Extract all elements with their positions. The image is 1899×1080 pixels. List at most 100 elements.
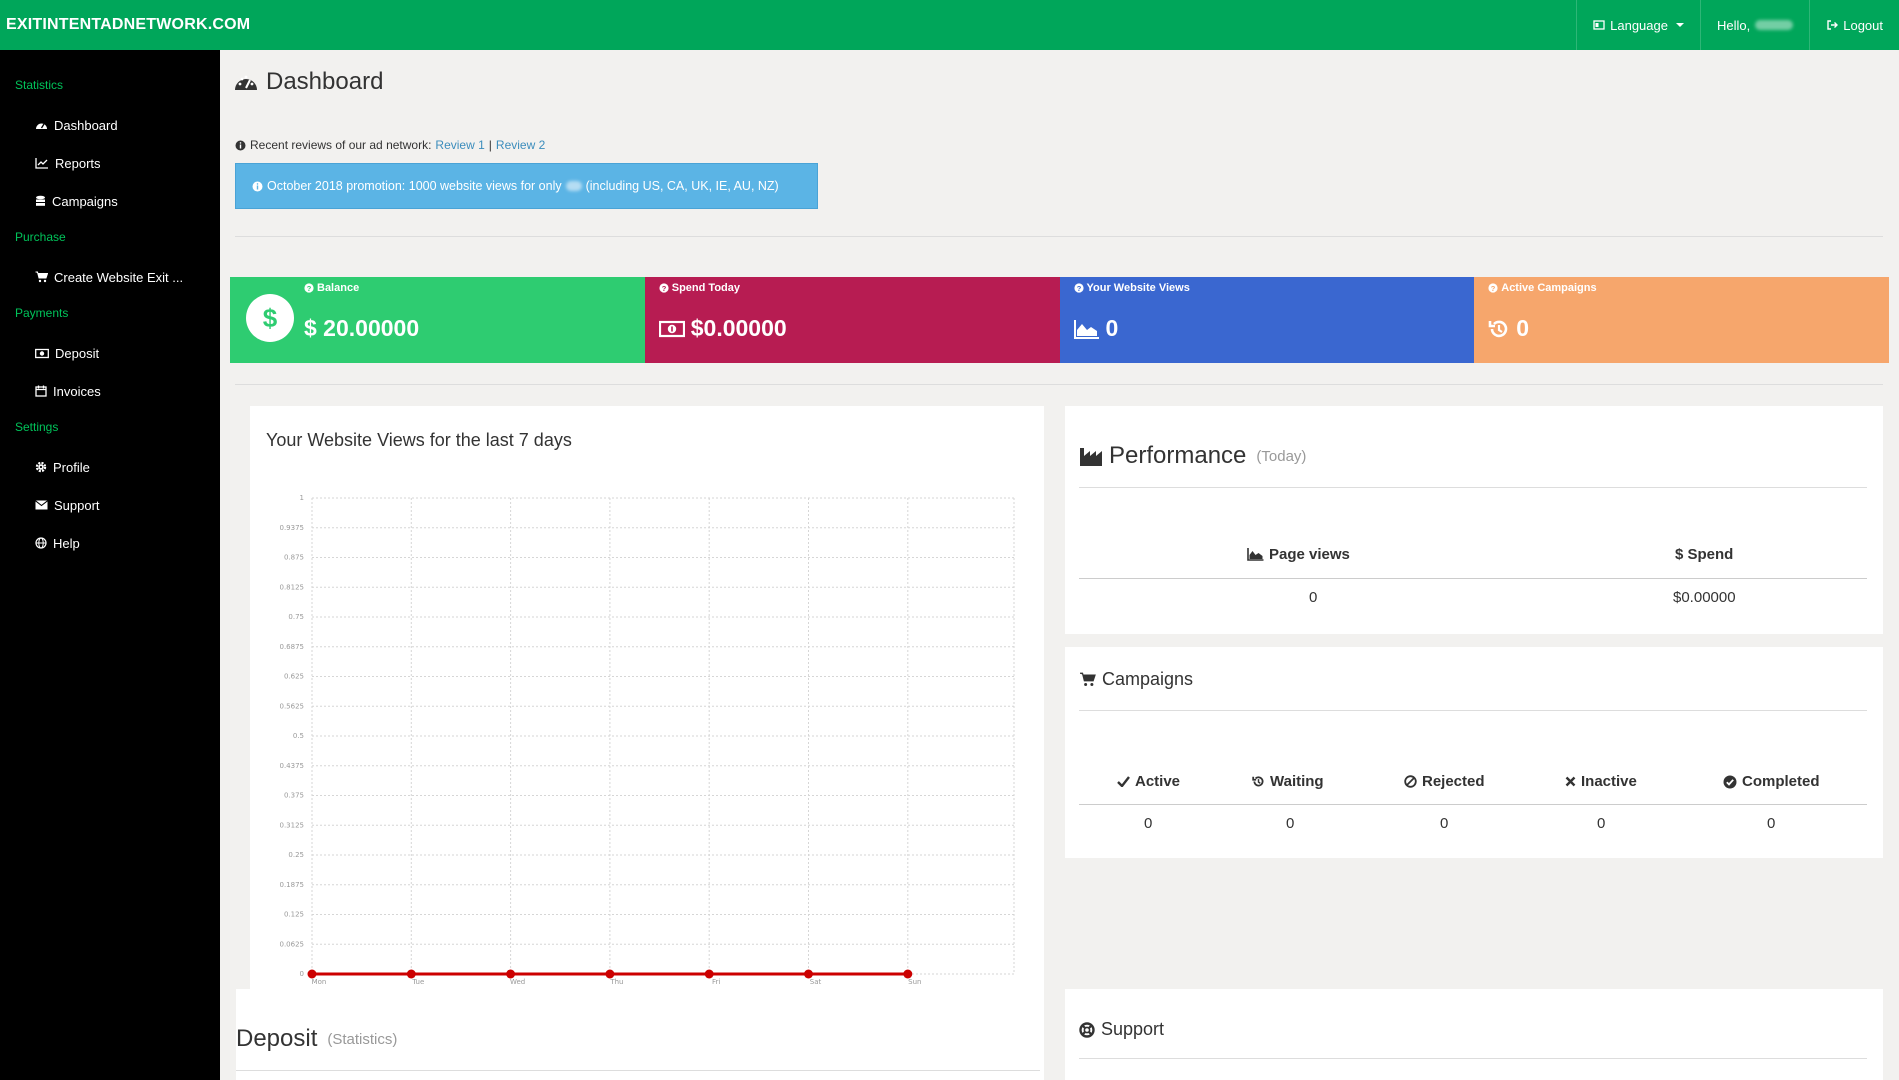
stat-label: ? Balance xyxy=(304,282,359,294)
review-2-link[interactable]: Review 2 xyxy=(496,138,545,152)
sidebar-item-support[interactable]: Support xyxy=(0,486,220,524)
stat-label-text: Balance xyxy=(317,282,360,294)
logout-icon xyxy=(1827,20,1839,30)
stat-label-text: Your Website Views xyxy=(1086,282,1190,294)
line-chart-icon xyxy=(35,158,48,169)
stat-boxes: $ ? Balance $ 20.00000 ? Spend Today $0.… xyxy=(230,277,1889,363)
x-tick-label: Thu xyxy=(609,978,623,986)
sidebar-item-label: Dashboard xyxy=(54,117,118,133)
spend-value: $0.00000 xyxy=(1673,589,1736,606)
col-inactive-label: Inactive xyxy=(1581,773,1637,790)
stat-balance: $ ? Balance $ 20.00000 xyxy=(230,277,645,363)
sidebar: Statistics Dashboard Reports Campaigns P… xyxy=(0,50,220,1080)
globe-icon xyxy=(35,537,47,549)
logout-button[interactable]: Logout xyxy=(1809,0,1899,50)
promo-text-countries: (including US, CA, UK, IE, AU, NZ) xyxy=(585,179,779,193)
x-tick-label: Wed xyxy=(510,978,525,986)
review-separator: | xyxy=(488,138,492,152)
col-inactive: Inactive xyxy=(1565,773,1637,790)
sidebar-item-label: Create Website Exit ... xyxy=(54,269,184,285)
y-tick-label: 0.1875 xyxy=(280,881,305,889)
data-point xyxy=(506,969,516,979)
envelope-icon xyxy=(35,500,48,510)
views-chart-panel: Your Website Views for the last 7 days 1… xyxy=(250,406,1044,1024)
divider xyxy=(1079,804,1867,805)
language-dropdown[interactable]: Language xyxy=(1576,0,1700,50)
divider xyxy=(235,384,1883,385)
sidebar-heading: Payments xyxy=(15,306,69,320)
svg-text:?: ? xyxy=(307,284,312,293)
sidebar-item-campaigns[interactable]: Campaigns xyxy=(0,182,220,220)
price-redacted xyxy=(565,181,582,191)
hello-label: Hello, xyxy=(1716,17,1751,33)
data-point xyxy=(804,969,813,979)
data-point xyxy=(704,969,714,979)
sidebar-heading: Purchase xyxy=(15,230,66,244)
review-1-link[interactable]: Review 1 xyxy=(435,138,484,152)
campaigns-title: Campaigns xyxy=(1079,669,1193,690)
user-menu[interactable]: Hello, xyxy=(1699,0,1809,50)
ban-icon xyxy=(1404,775,1417,788)
sidebar-item-dashboard[interactable]: Dashboard xyxy=(0,106,220,144)
sidebar-item-label: Reports xyxy=(55,155,101,171)
stat-value: $0.00000 xyxy=(658,315,787,342)
divider xyxy=(1079,578,1867,579)
divider xyxy=(1079,1058,1867,1059)
page-title-text: Dashboard xyxy=(266,68,384,95)
dashboard-icon xyxy=(235,75,257,90)
sidebar-section-statistics: Statistics Dashboard Reports Campaigns xyxy=(0,50,220,220)
deposit-subtitle: (Statistics) xyxy=(327,1030,398,1048)
y-tick-label: 0.75 xyxy=(288,613,304,621)
performance-subtitle: (Today) xyxy=(1256,447,1307,465)
data-point xyxy=(307,969,317,979)
rejected-count: 0 xyxy=(1440,815,1449,832)
sidebar-item-deposit[interactable]: Deposit xyxy=(0,334,220,372)
cart-icon xyxy=(35,271,48,283)
dashboard-icon xyxy=(36,123,47,129)
sidebar-item-create-website-exit[interactable]: Create Website Exit ... xyxy=(0,258,220,296)
sidebar-item-label: Invoices xyxy=(53,383,101,399)
cart-icon xyxy=(1080,672,1096,686)
reviews-notice: Recent reviews of our ad network: Review… xyxy=(235,138,545,152)
brand-logo[interactable]: EXITINTENTADNETWORK.COM xyxy=(0,16,250,34)
sidebar-item-reports[interactable]: Reports xyxy=(0,144,220,182)
sidebar-heading: Statistics xyxy=(15,78,64,92)
check-icon xyxy=(1117,776,1130,787)
calendar-icon xyxy=(35,385,47,397)
stat-active-campaigns: ? Active Campaigns 0 xyxy=(1474,277,1889,363)
y-tick-label: 0.125 xyxy=(284,911,304,919)
col-active-label: Active xyxy=(1135,773,1181,790)
stat-value-text: 0 xyxy=(1516,315,1530,341)
support-title: Support xyxy=(1079,1019,1164,1040)
page-views-value: 0 xyxy=(1309,589,1318,606)
promo-banner[interactable]: October 2018 promotion: 1000 website vie… xyxy=(235,163,818,209)
gear-icon xyxy=(35,461,47,473)
question-icon: ? xyxy=(659,283,669,293)
divider xyxy=(1079,487,1867,488)
y-tick-label: 0.375 xyxy=(284,792,304,800)
sidebar-item-label: Deposit xyxy=(55,345,100,361)
x-tick-label: Sun xyxy=(908,978,921,986)
x-tick-label: Tue xyxy=(411,978,424,986)
reviews-text: Recent reviews of our ad network: xyxy=(250,138,432,152)
sidebar-item-invoices[interactable]: Invoices xyxy=(0,372,220,410)
sidebar-item-label: Profile xyxy=(53,459,90,475)
campaigns-panel: Campaigns Active Waiting Rejected Inacti… xyxy=(1065,647,1883,858)
deposit-panel: Deposit (Statistics) xyxy=(236,989,1044,1080)
completed-count: 0 xyxy=(1767,815,1776,832)
top-nav: Language Hello, Logout xyxy=(1576,0,1899,50)
svg-text:?: ? xyxy=(1491,284,1496,293)
stat-label-text: Spend Today xyxy=(671,282,740,294)
sidebar-item-profile[interactable]: Profile xyxy=(0,448,220,486)
sidebar-item-label: Support xyxy=(54,497,100,513)
support-title-text: Support xyxy=(1101,1019,1165,1039)
y-tick-label: 0.5 xyxy=(293,732,304,740)
active-count: 0 xyxy=(1144,815,1153,832)
industry-icon xyxy=(1080,448,1102,466)
sidebar-heading: Settings xyxy=(15,420,59,434)
stat-label: ? Spend Today xyxy=(659,282,740,294)
question-icon: ? xyxy=(1488,283,1498,293)
sidebar-item-help[interactable]: Help xyxy=(0,524,220,562)
sidebar-section-payments: Payments Deposit Invoices xyxy=(0,296,220,410)
sidebar-section-purchase: Purchase Create Website Exit ... xyxy=(0,220,220,296)
